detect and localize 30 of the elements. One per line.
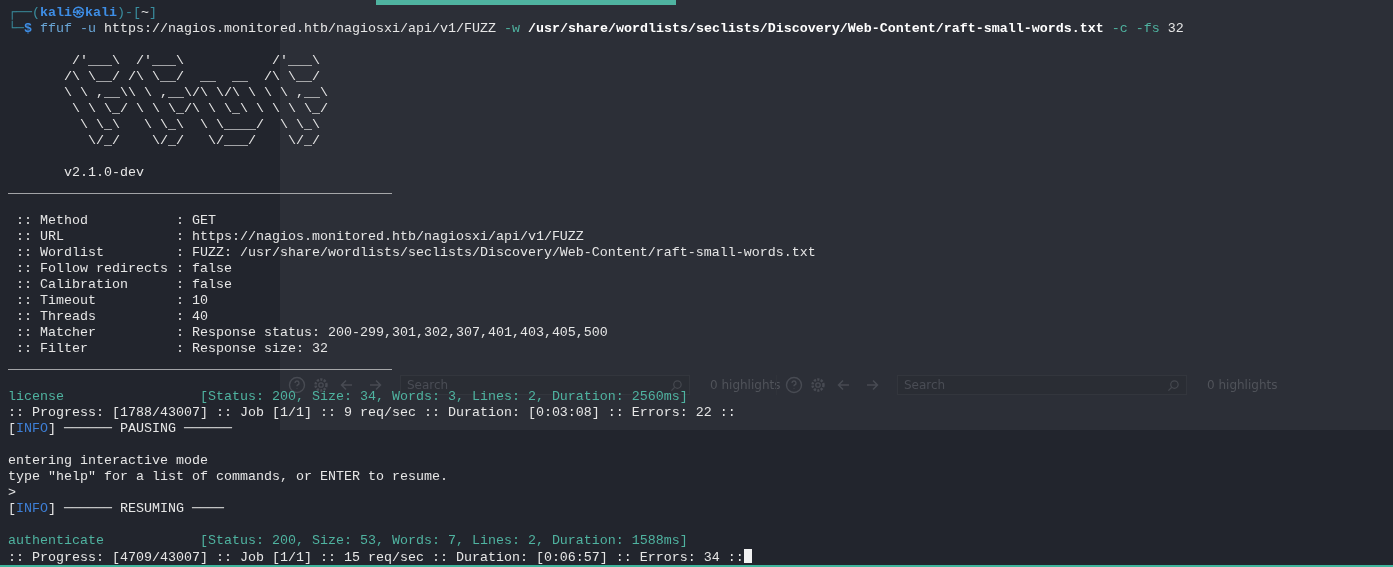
terminal-line: \ \_\ \ \_\ \ \____/ \ \_\	[78, 117, 320, 133]
terminal-line: [INFO] ────── PAUSING ──────	[8, 421, 232, 437]
terminal-line: :: Progress: [4709/43007] :: Job [1/1] :: 15 req/sec :: Duration: [0:06:57] :: Errors: 34 ::	[8, 549, 752, 565]
terminal-line: \ \ \_/ \ \ \_/\ \ \_\ \ \ \ \_/	[71, 101, 328, 117]
terminal-line: :: Method : GET	[15, 213, 216, 229]
terminal-line: \/_/ \/_/ \/___/ \/_/	[86, 133, 320, 149]
terminal-line: entering interactive mode	[8, 453, 208, 469]
terminal-line: ┌──(kali㉿kali)-[~]	[8, 5, 157, 21]
terminal-line: :: Follow redirects : false	[15, 261, 232, 277]
terminal-line: /'___\ /'___\ /'___\	[71, 53, 320, 69]
terminal-line: :: Timeout : 10	[15, 293, 208, 309]
terminal-line: :: Filter : Response size: 32	[15, 341, 328, 357]
terminal-line: [INFO] ────── RESUMING ────	[8, 501, 224, 517]
search-icon	[1167, 379, 1180, 392]
terminal-line: └─$ ffuf -u https://nagios.monitored.htb/nagiosxi/api/v1/FUZZ -w /usr/share/wordlists/seclists/Discovery/Web-Content/raft-small-words.txt -c -fs 32	[8, 21, 1184, 37]
terminal-line: /\ \__/ /\ \__/ __ __ /\ \__/	[63, 69, 320, 85]
terminal-line: ________________________________________________	[8, 357, 392, 373]
terminal-line: authenticate [Status: 200, Size: 53, Words: 7, Lines: 2, Duration: 1588ms]	[8, 533, 688, 549]
terminal-line: :: URL : https://nagios.monitored.htb/nagiosxi/api/v1/FUZZ	[15, 229, 584, 245]
terminal-line: :: Calibration : false	[15, 277, 232, 293]
terminal-line: type "help" for a list of commands, or ENTER to resume.	[8, 469, 448, 485]
terminal-line: :: Progress: [1788/43007] :: Job [1/1] :: 9 req/sec :: Duration: [0:03:08] :: Errors: 22 ::	[8, 405, 736, 421]
terminal-line: \ \ ,__\\ \ ,__\/\ \/\ \ \ \ ,__\	[63, 85, 328, 101]
terminal-line: >	[8, 485, 16, 501]
terminal-line: v2.1.0-dev	[63, 165, 144, 181]
terminal-line: :: Matcher : Response status: 200-299,301,302,307,401,403,405,500	[15, 325, 608, 341]
terminal-line: :: Wordlist : FUZZ: /usr/share/wordlists/seclists/Discovery/Web-Content/raft-small-words.txt	[15, 245, 816, 261]
terminal-line: :: Threads : 40	[15, 309, 208, 325]
search-icon	[670, 379, 683, 392]
terminal-line: ________________________________________________	[8, 181, 392, 197]
